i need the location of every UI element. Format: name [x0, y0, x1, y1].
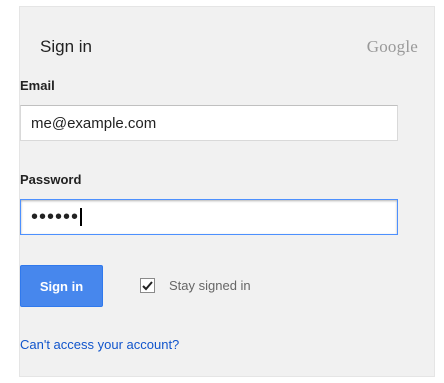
sign-in-button[interactable]: Sign in: [20, 265, 103, 307]
password-label: Password: [20, 172, 82, 187]
checkmark-icon: [142, 280, 153, 290]
stay-signed-in-checkbox[interactable]: [140, 278, 155, 293]
brand-logo: Google: [366, 37, 418, 56]
password-field[interactable]: ••••••: [20, 199, 398, 235]
email-label: Email: [20, 78, 55, 93]
email-field[interactable]: [20, 105, 398, 141]
password-mask: ••••••: [31, 205, 80, 228]
cant-access-account-link[interactable]: Can't access your account?: [20, 337, 179, 352]
stay-signed-in-label: Stay signed in: [169, 278, 251, 293]
stay-signed-in[interactable]: Stay signed in: [140, 278, 251, 293]
text-caret: [80, 208, 83, 226]
signin-card: Sign in Google: [19, 6, 435, 377]
page-title: Sign in: [40, 37, 92, 56]
card-header: Sign in Google: [40, 37, 418, 61]
